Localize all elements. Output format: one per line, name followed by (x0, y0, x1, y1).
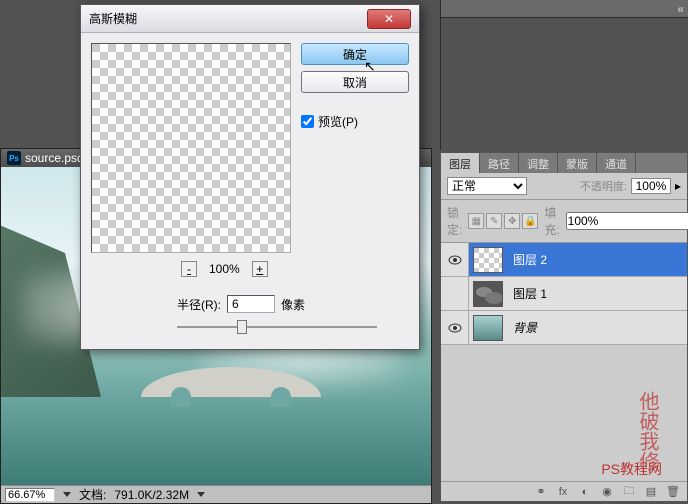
close-button[interactable]: ✕ (367, 9, 411, 29)
new-layer-icon[interactable]: ▤ (643, 485, 659, 499)
zoom-out-button[interactable]: - (181, 261, 197, 277)
zoom-controls: - 100% + (181, 261, 268, 277)
layers-footer: ⚭ fx ◐ ◉ 🗀 ▤ 🗑 (441, 481, 687, 501)
fx-icon[interactable]: fx (555, 485, 571, 499)
zoom-in-button[interactable]: + (252, 261, 268, 277)
tab-paths[interactable]: 路径 (480, 153, 519, 173)
visibility-toggle[interactable] (441, 311, 469, 344)
opacity-input[interactable] (631, 178, 671, 194)
radius-label: 半径(R): (177, 296, 221, 313)
doc-size-value: 791.0K/2.32M (114, 488, 189, 502)
lock-transparency-icon[interactable]: ▦ (468, 213, 484, 229)
tab-channel[interactable]: 通道 (597, 153, 636, 173)
slider-track (177, 326, 377, 328)
fill-label: 填充: (544, 204, 559, 238)
group-icon[interactable]: 🗀 (621, 485, 637, 499)
cancel-button[interactable]: 取消 (301, 71, 409, 93)
blend-row: 正常 不透明度: ▸ (441, 173, 687, 200)
watermark-site: PS教程网 (601, 459, 662, 479)
radius-row: 半径(R): 像素 (177, 295, 305, 313)
preview-label: 预览(P) (318, 113, 358, 130)
radius-unit: 像素 (281, 296, 305, 313)
ps-icon: Ps (7, 151, 21, 165)
layer-thumbnail[interactable] (473, 281, 503, 307)
zoom-input[interactable] (5, 488, 55, 502)
layer-thumbnail[interactable] (473, 247, 503, 273)
dropdown-icon[interactable]: ▸ (675, 179, 681, 193)
panel-strip: « (441, 0, 688, 18)
radius-input[interactable] (227, 295, 275, 313)
lock-all-icon[interactable]: 🔒 (522, 213, 538, 229)
layer-row[interactable]: 背景 (441, 311, 687, 345)
right-upper-panel: « (440, 0, 688, 150)
lock-label: 锁定: (447, 204, 462, 238)
opacity-label: 不透明度: (580, 178, 627, 194)
tab-adjust[interactable]: 调整 (519, 153, 558, 173)
preview-area[interactable] (91, 43, 291, 253)
delete-icon[interactable]: 🗑 (665, 485, 681, 499)
blend-mode-select[interactable]: 正常 (447, 177, 527, 195)
document-filename: source.psd (25, 151, 84, 165)
layer-name[interactable]: 图层 2 (507, 251, 547, 268)
lock-pixels-icon[interactable]: ✎ (486, 213, 502, 229)
radius-slider[interactable] (177, 319, 377, 335)
tab-layers[interactable]: 图层 (441, 153, 480, 173)
layer-thumbnail[interactable] (473, 315, 503, 341)
lock-row: 锁定: ▦ ✎ ✥ 🔒 填充: ▸ (441, 200, 687, 243)
dialog-title: 高斯模糊 (89, 10, 137, 27)
tab-mask[interactable]: 蒙版 (558, 153, 597, 173)
link-layers-icon[interactable]: ⚭ (533, 485, 549, 499)
layer-name[interactable]: 图层 1 (507, 285, 547, 302)
ok-button[interactable]: 确定 (301, 43, 409, 65)
layer-row[interactable]: 图层 1 (441, 277, 687, 311)
slider-thumb[interactable] (237, 320, 247, 334)
layer-name[interactable]: 背景 (507, 319, 537, 336)
mask-icon[interactable]: ◐ (577, 485, 593, 499)
visibility-toggle[interactable] (441, 277, 469, 310)
visibility-toggle[interactable] (441, 243, 469, 276)
preview-checkbox-row[interactable]: 预览(P) (301, 113, 409, 130)
layer-row[interactable]: 图层 2 (441, 243, 687, 277)
doc-size-label: 文档: (79, 486, 106, 503)
adjustment-icon[interactable]: ◉ (599, 485, 615, 499)
fill-input[interactable] (566, 212, 688, 230)
preview-checkbox[interactable] (301, 115, 314, 128)
dropdown-icon[interactable] (63, 492, 71, 497)
panel-collapse-icon[interactable]: « (677, 2, 684, 16)
layers-panel: 图层 路径 调整 蒙版 通道 正常 不透明度: ▸ 锁定: ▦ ✎ ✥ 🔒 填充… (440, 152, 688, 502)
dialog-titlebar[interactable]: 高斯模糊 ✕ (81, 5, 419, 33)
gaussian-blur-dialog: 高斯模糊 ✕ 确定 取消 预览(P) - 100% + 半径(R): 像素 (80, 4, 420, 350)
dropdown-icon[interactable] (197, 492, 205, 497)
lock-position-icon[interactable]: ✥ (504, 213, 520, 229)
zoom-level: 100% (209, 262, 240, 276)
document-statusbar: 文档: 791.0K/2.32M (1, 485, 431, 503)
layers-list: 图层 2 图层 1 背景 (441, 243, 687, 345)
panel-tabs: 图层 路径 调整 蒙版 通道 (441, 153, 687, 173)
